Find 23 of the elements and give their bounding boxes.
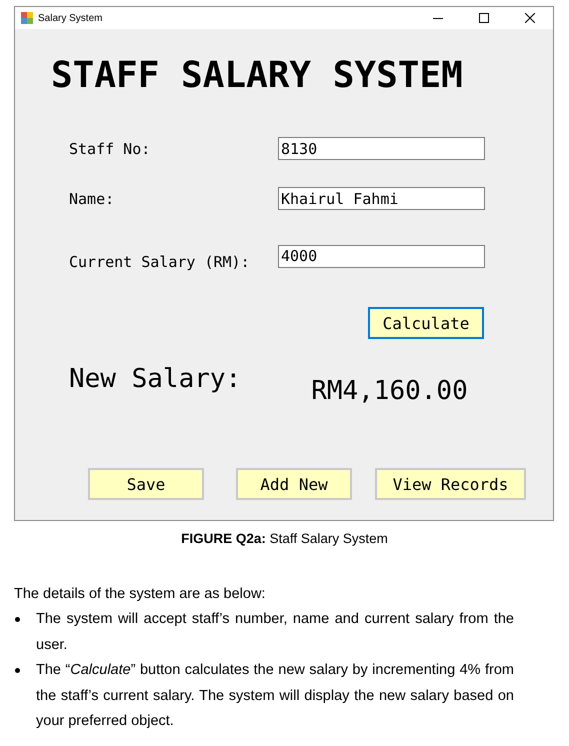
maximize-icon[interactable] bbox=[479, 13, 489, 23]
field-label: Staff No: bbox=[69, 140, 152, 158]
window-title: Salary System bbox=[38, 12, 104, 24]
bullet-icon bbox=[15, 617, 20, 622]
bullet-text: The “Calculate” button calculates the new salary by incrementing 4% from the staff’s current salary. The system will display the new salary based on your preferred object. bbox=[36, 661, 514, 731]
calculate-button[interactable]: Calculate bbox=[368, 307, 484, 339]
bullet-text: The system will accept staff’s number, name and current salary from the user. bbox=[36, 610, 514, 654]
figure-caption: FIGURE Q2a: Staff Salary System bbox=[180, 531, 389, 546]
action-button[interactable]: Save bbox=[88, 468, 204, 500]
field-label: Current Salary (RM): bbox=[69, 253, 251, 271]
result-value: RM4,160.00 bbox=[311, 376, 468, 406]
bullet-icon bbox=[15, 668, 20, 673]
action-button[interactable]: View Records bbox=[375, 468, 526, 500]
result-label: New Salary: bbox=[69, 364, 242, 396]
text-field[interactable]: Khairul Fahmi bbox=[278, 187, 485, 210]
app-heading: STAFF SALARY SYSTEM bbox=[51, 56, 464, 96]
close-icon[interactable] bbox=[525, 13, 535, 23]
text-field[interactable]: 4000 bbox=[278, 244, 485, 268]
action-button[interactable]: Add New bbox=[236, 468, 352, 500]
text-field[interactable]: 8130 bbox=[278, 137, 485, 160]
intro-text: The details of the system are as below: bbox=[14, 585, 266, 604]
app-icon bbox=[21, 12, 33, 24]
field-label: Name: bbox=[69, 190, 116, 208]
